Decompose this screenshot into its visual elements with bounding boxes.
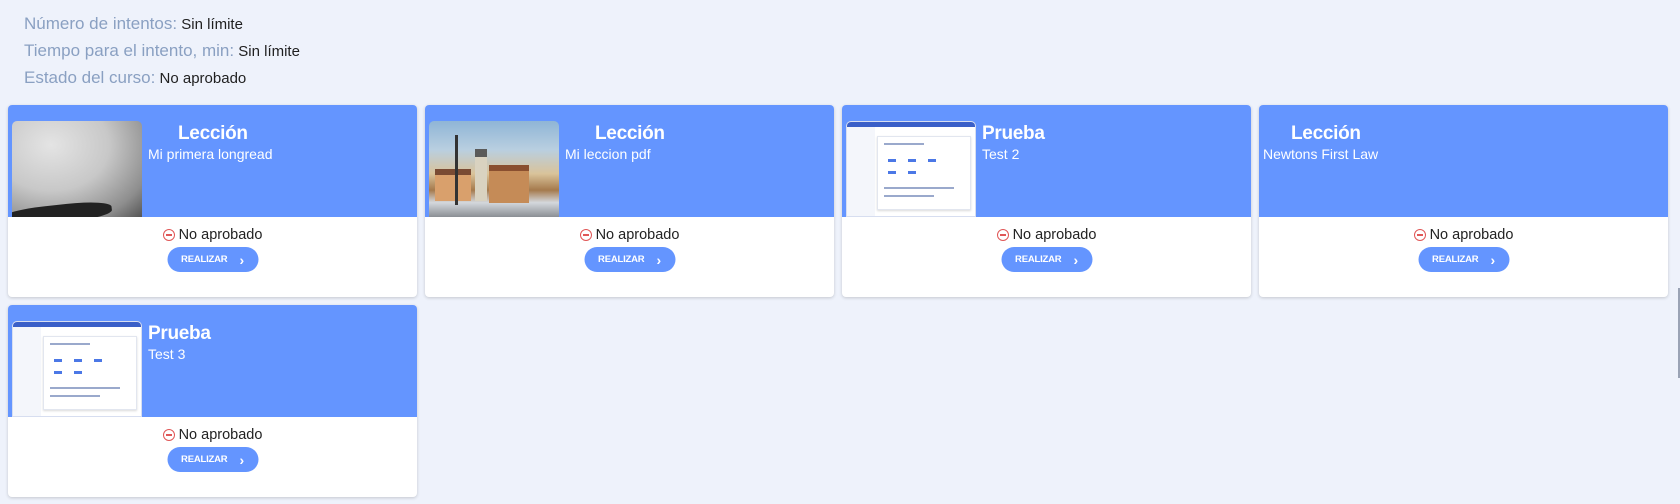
lesson-card[interactable]: Lección Mi primera longread No aprobado … xyxy=(8,105,417,297)
course-status-label: Estado del curso: xyxy=(24,68,156,87)
card-header: Prueba Test 3 xyxy=(8,305,417,417)
time-value: Sin límite xyxy=(234,43,300,60)
card-thumbnail xyxy=(12,321,142,417)
no-entry-icon xyxy=(162,229,175,241)
card-header: Lección Newtons First Law xyxy=(1259,105,1668,217)
card-type: Lección xyxy=(178,123,248,144)
realizar-button[interactable]: REALIZAR › xyxy=(167,447,258,472)
attempts-value: Sin límite xyxy=(177,16,243,33)
card-status: No aprobado xyxy=(8,227,417,243)
card-type: Prueba xyxy=(148,323,211,344)
card-status-label: No aprobado xyxy=(178,227,263,243)
card-header: Lección Mi primera longread xyxy=(8,105,417,217)
card-thumbnail xyxy=(846,121,976,217)
realizar-button-label: REALIZAR xyxy=(1015,254,1062,265)
card-thumbnail xyxy=(429,121,559,217)
card-title: Test 2 xyxy=(982,146,1020,162)
course-status-row: Estado del curso: No aprobado xyxy=(24,66,300,93)
card-type: Lección xyxy=(1291,123,1361,144)
realizar-button-label: REALIZAR xyxy=(181,254,228,265)
realizar-button[interactable]: REALIZAR › xyxy=(167,247,258,272)
chevron-right-icon: › xyxy=(239,451,244,468)
chevron-right-icon: › xyxy=(1073,251,1078,268)
attempts-row: Número de intentos: Sin límite xyxy=(24,12,300,39)
lesson-grid: Lección Mi primera longread No aprobado … xyxy=(8,105,1668,497)
card-title: Mi primera longread xyxy=(148,146,273,162)
card-title: Newtons First Law xyxy=(1263,146,1379,162)
no-entry-icon xyxy=(1413,229,1426,241)
no-entry-icon xyxy=(996,229,1009,241)
attempts-label: Número de intentos: xyxy=(24,14,178,33)
chevron-right-icon: › xyxy=(239,251,244,268)
card-status: No aprobado xyxy=(1259,227,1668,243)
card-thumbnail xyxy=(12,121,142,217)
realizar-button[interactable]: REALIZAR › xyxy=(584,247,675,272)
course-info: Número de intentos: Sin límite Tiempo pa… xyxy=(24,12,300,93)
chevron-right-icon: › xyxy=(656,251,661,268)
card-title: Test 3 xyxy=(148,346,186,362)
test-card[interactable]: Prueba Test 2 No aprobado REALIZAR › xyxy=(842,105,1251,297)
realizar-button[interactable]: REALIZAR › xyxy=(1001,247,1092,272)
no-entry-icon xyxy=(579,229,592,241)
time-row: Tiempo para el intento, min: Sin límite xyxy=(24,39,300,66)
lesson-card[interactable]: Lección Newtons First Law No aprobado RE… xyxy=(1259,105,1668,297)
realizar-button-label: REALIZAR xyxy=(598,254,645,265)
card-status: No aprobado xyxy=(842,227,1251,243)
chevron-right-icon: › xyxy=(1490,251,1495,268)
no-entry-icon xyxy=(162,429,175,441)
card-status-label: No aprobado xyxy=(1429,227,1514,243)
card-title: Mi leccion pdf xyxy=(565,146,651,162)
realizar-button-label: REALIZAR xyxy=(181,454,228,465)
card-header: Prueba Test 2 xyxy=(842,105,1251,217)
card-status: No aprobado xyxy=(8,427,417,443)
realizar-button-label: REALIZAR xyxy=(1432,254,1479,265)
card-status-label: No aprobado xyxy=(178,427,263,443)
card-type: Lección xyxy=(595,123,665,144)
test-card[interactable]: Prueba Test 3 No aprobado REALIZAR › xyxy=(8,305,417,497)
course-status-value: No aprobado xyxy=(155,70,247,87)
card-status-label: No aprobado xyxy=(1012,227,1097,243)
time-label: Tiempo para el intento, min: xyxy=(24,41,235,60)
lesson-card[interactable]: Lección Mi leccion pdf No aprobado REALI… xyxy=(425,105,834,297)
card-status: No aprobado xyxy=(425,227,834,243)
realizar-button[interactable]: REALIZAR › xyxy=(1418,247,1509,272)
card-header: Lección Mi leccion pdf xyxy=(425,105,834,217)
card-type: Prueba xyxy=(982,123,1045,144)
card-status-label: No aprobado xyxy=(595,227,680,243)
